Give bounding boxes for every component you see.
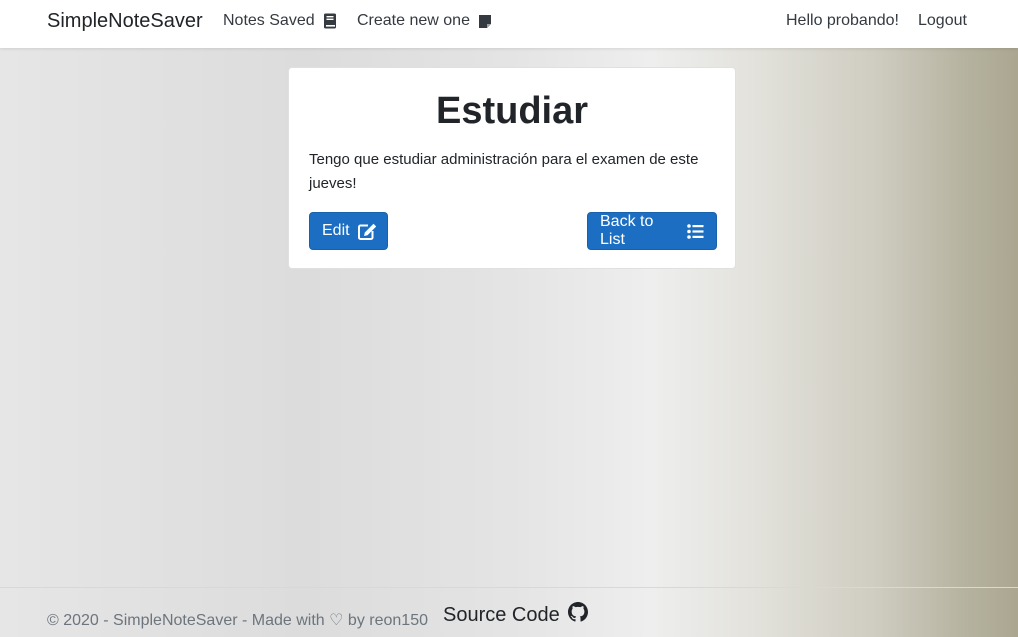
nav-notes-saved-label: Notes Saved	[223, 12, 315, 29]
github-icon	[567, 602, 588, 628]
back-to-list-button[interactable]: Back to List	[587, 212, 717, 250]
nav-notes-saved[interactable]: Notes Saved	[223, 12, 337, 30]
edit-button[interactable]: Edit	[309, 212, 388, 250]
user-greeting: Hello probando!	[786, 12, 899, 29]
edit-icon	[357, 223, 377, 240]
footer: © 2020 - SimpleNoteSaver - Made with ♡ b…	[0, 587, 1018, 637]
list-icon	[687, 223, 704, 239]
note-card: Estudiar Tengo que estudiar administraci…	[288, 67, 736, 269]
note-content: Tengo que estudiar administración para e…	[309, 151, 699, 192]
nav-create-new-label: Create new one	[357, 12, 470, 29]
sticky-note-icon	[478, 13, 492, 29]
footer-copyright: © 2020 - SimpleNoteSaver - Made with ♡ b…	[47, 612, 428, 629]
source-code-link[interactable]: Source Code	[443, 602, 588, 628]
book-icon	[323, 13, 337, 29]
brand-link[interactable]: SimpleNoteSaver	[47, 10, 203, 33]
source-code-label: Source Code	[443, 603, 560, 626]
nav-create-new[interactable]: Create new one	[357, 12, 492, 30]
note-title: Estudiar	[435, 90, 589, 132]
back-to-list-label: Back to List	[600, 213, 654, 248]
edit-button-label: Edit	[322, 222, 350, 239]
navbar: SimpleNoteSaver Notes Saved Create new o…	[0, 0, 1018, 48]
logout-link[interactable]: Logout	[918, 12, 967, 30]
